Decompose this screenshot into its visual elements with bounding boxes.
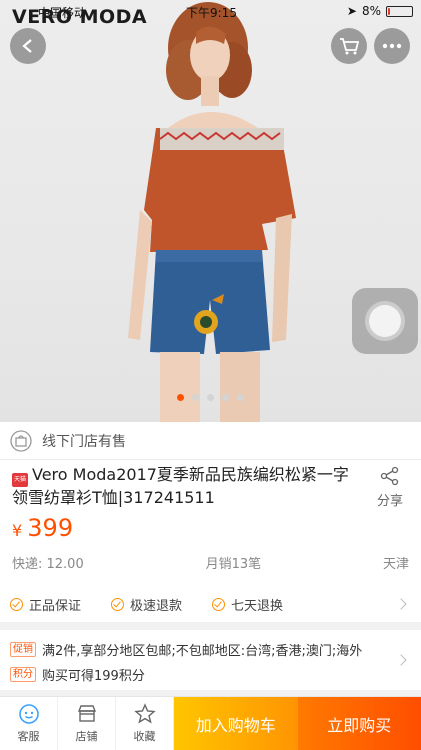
assistive-touch-icon — [365, 301, 405, 341]
title-row: 天猫 Vero Moda2017夏季新品民族编织松紧一字领雪纺罩衫T恤|31724… — [0, 460, 421, 512]
tmall-icon: 天猫 — [12, 473, 28, 487]
product-title-text: Vero Moda2017夏季新品民族编织松紧一字领雪纺罩衫T恤|3172415… — [12, 465, 349, 507]
more-icon — [382, 43, 402, 49]
ship-from-location: 天津 — [382, 557, 409, 572]
gallery-dot — [222, 394, 229, 401]
share-label: 分享 — [376, 494, 403, 509]
favorite-label: 收藏 — [133, 730, 156, 743]
service-label: 极速退款 — [130, 598, 183, 614]
check-circle-icon — [111, 597, 125, 611]
service-label: 正品保证 — [29, 598, 82, 614]
shopping-bag-icon — [10, 429, 32, 452]
share-button[interactable]: 分享 — [370, 466, 410, 509]
product-meta-row: 快递: 12.00 月销13笔 天津 — [12, 553, 409, 572]
gallery-pagination — [0, 394, 421, 401]
service-item: 正品保证 — [10, 595, 81, 614]
service-item: 极速退款 — [111, 595, 182, 614]
gallery-dot — [192, 394, 199, 401]
service-item: 七天退换 — [212, 595, 283, 614]
promo-line: 促销 满2件,享部分地区包邮;不包邮地区:台湾;香港;澳门;海外 — [10, 640, 362, 659]
assistive-touch-button[interactable] — [352, 288, 418, 354]
shop-button[interactable]: 店铺 — [58, 697, 116, 750]
more-button[interactable] — [374, 28, 410, 64]
star-icon — [133, 703, 156, 725]
promo-text: 满2件,享部分地区包邮;不包邮地区:台湾;香港;澳门;海外 — [42, 644, 363, 659]
chevron-right-icon — [395, 654, 407, 666]
favorite-button[interactable]: 收藏 — [116, 697, 174, 750]
service-guarantees-row[interactable]: 正品保证 极速退款 七天退换 — [0, 586, 421, 622]
product-title: 天猫 Vero Moda2017夏季新品民族编织松紧一字领雪纺罩衫T恤|31724… — [12, 464, 357, 509]
gallery-dot — [237, 394, 244, 401]
price: ¥ 399 — [12, 514, 73, 542]
price-value: 399 — [27, 514, 74, 542]
customer-service-label: 客服 — [17, 730, 40, 743]
shipping-fee: 快递: 12.00 — [12, 557, 84, 572]
customer-service-button[interactable]: 客服 — [0, 697, 58, 750]
cart-icon — [340, 38, 359, 55]
service-label: 七天退换 — [231, 598, 284, 614]
battery-level — [388, 7, 390, 15]
offline-store-label: 线下门店有售 — [42, 433, 126, 450]
battery-icon — [386, 5, 413, 17]
check-circle-icon — [10, 597, 23, 611]
product-detail-page: 中国移动 下午9:15 ➤ 8% VERO MODA 线下门店有售 天猫 Ver… — [0, 0, 421, 750]
brand-logo: VERO MODA — [12, 6, 148, 28]
promotions-row[interactable]: 促销 满2件,享部分地区包邮;不包邮地区:台湾;香港;澳门;海外 积分 购买可得… — [0, 630, 421, 690]
promo-line: 积分 购买可得199积分 — [10, 665, 145, 684]
shop-icon — [76, 703, 98, 725]
offline-store-row[interactable]: 线下门店有售 — [0, 422, 421, 460]
back-button[interactable] — [10, 28, 46, 64]
promo-tag: 促销 — [10, 642, 36, 657]
points-text: 购买可得199积分 — [42, 669, 145, 684]
check-circle-icon — [212, 597, 226, 611]
battery-percent: 8% — [361, 4, 381, 18]
product-photo — [128, 2, 296, 422]
back-arrow-icon — [22, 39, 32, 53]
chevron-right-icon — [395, 598, 407, 610]
price-currency: ¥ — [12, 521, 23, 540]
share-icon — [380, 466, 399, 486]
bottom-action-bar: 客服 店铺 收藏 加入购物车 立即购买 — [0, 696, 421, 750]
customer-service-icon — [18, 703, 40, 725]
product-image-gallery[interactable]: 中国移动 下午9:15 ➤ 8% VERO MODA — [0, 0, 421, 422]
shop-label: 店铺 — [75, 730, 98, 743]
points-tag: 积分 — [10, 667, 36, 682]
cart-button[interactable] — [331, 28, 367, 64]
add-to-cart-button[interactable]: 加入购物车 — [174, 697, 298, 750]
status-time: 下午9:15 — [186, 6, 237, 20]
battery-indicator: ➤ 8% — [347, 4, 413, 18]
gallery-dot — [207, 394, 214, 401]
buy-now-button[interactable]: 立即购买 — [297, 697, 421, 750]
gallery-dot — [177, 394, 184, 401]
location-icon: ➤ — [346, 4, 357, 18]
monthly-sales: 月销13笔 — [205, 557, 262, 572]
